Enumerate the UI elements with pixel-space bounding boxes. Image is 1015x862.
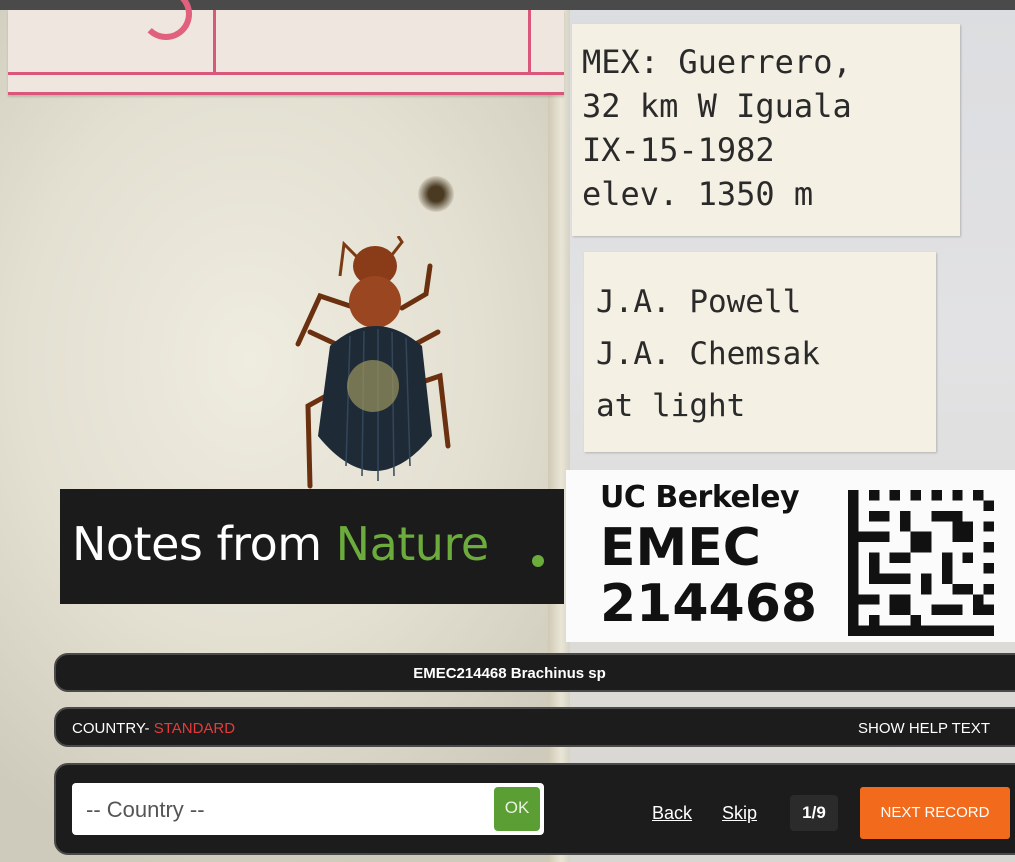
field-name: COUNTRY- [72,720,154,737]
dust-speck [418,176,454,212]
barcode-number: 214468 [600,574,818,634]
collector-label: J.A. Powell J.A. Chemsak at light [584,252,936,452]
skip-link[interactable]: Skip [722,803,757,824]
locality-line: 32 km W Iguala [582,87,852,125]
record-counter: 1/9 [790,795,838,831]
barcode-label: UC Berkeley EMEC 214468 [566,470,1015,642]
transcription-screen: MEX: Guerrero, 32 km W Iguala IX-15-1982… [0,0,1015,862]
locality-line: IX-15-1982 [582,131,775,169]
barcode-institution: UC Berkeley [600,480,800,515]
datamatrix-code [848,490,994,636]
locality-label: MEX: Guerrero, 32 km W Iguala IX-15-1982… [572,24,960,236]
entry-bar: -- Country -- OK Back Skip 1/9 NEXT RECO… [54,763,1015,855]
locality-line: MEX: Guerrero, [582,43,852,81]
brand-dot-icon [532,555,544,567]
field-label: COUNTRY- STANDARD [72,720,235,737]
back-link[interactable]: Back [652,803,692,824]
field-header-bar: COUNTRY- STANDARD SHOW HELP TEXT [54,707,1015,747]
scale-label [8,0,564,95]
beetle-specimen [295,236,451,489]
collector-line: J.A. Chemsak [596,336,820,372]
country-input[interactable]: -- Country -- [72,783,544,835]
brand-name-main: Notes from [72,517,336,571]
next-record-button[interactable]: NEXT RECORD [860,787,1010,839]
ok-button[interactable]: OK [494,787,540,831]
collector-line: J.A. Powell [596,284,802,320]
record-title: EMEC214468 Brachinus sp [413,665,606,682]
record-title-bar: EMEC214468 Brachinus sp [54,653,1015,692]
show-help-text-link[interactable]: SHOW HELP TEXT [858,720,990,737]
collector-line: at light [596,388,746,424]
field-status: STANDARD [153,720,236,737]
barcode-collection: EMEC [600,518,761,578]
country-placeholder: -- Country -- [86,797,205,822]
locality-line: elev. 1350 m [582,175,814,213]
brand-logo: Notes from Nature [60,489,564,604]
brand-name-accent: Nature [335,517,490,571]
brand-name: Notes from Nature [72,517,489,571]
